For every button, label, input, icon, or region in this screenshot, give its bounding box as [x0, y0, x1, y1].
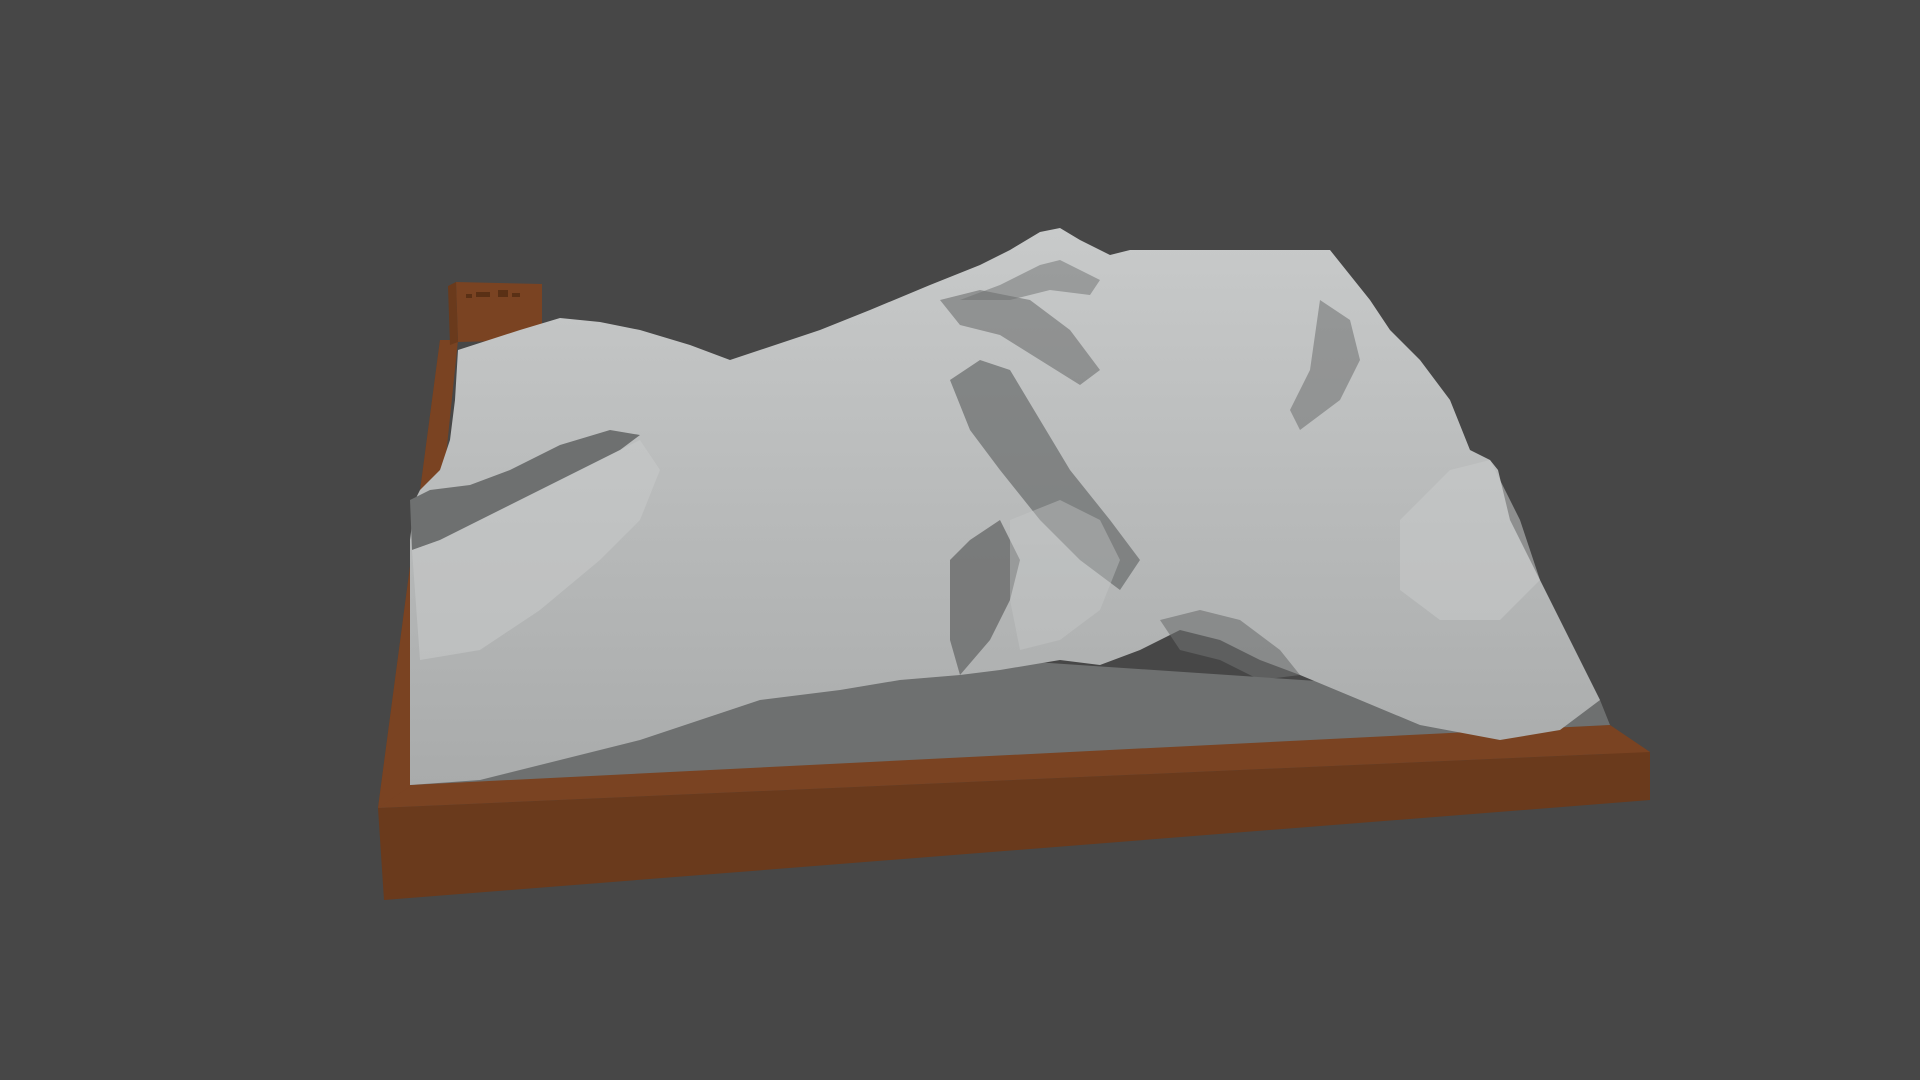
3d-viewport[interactable]	[0, 0, 1920, 1080]
viewport-canvas[interactable]	[0, 0, 1920, 1080]
